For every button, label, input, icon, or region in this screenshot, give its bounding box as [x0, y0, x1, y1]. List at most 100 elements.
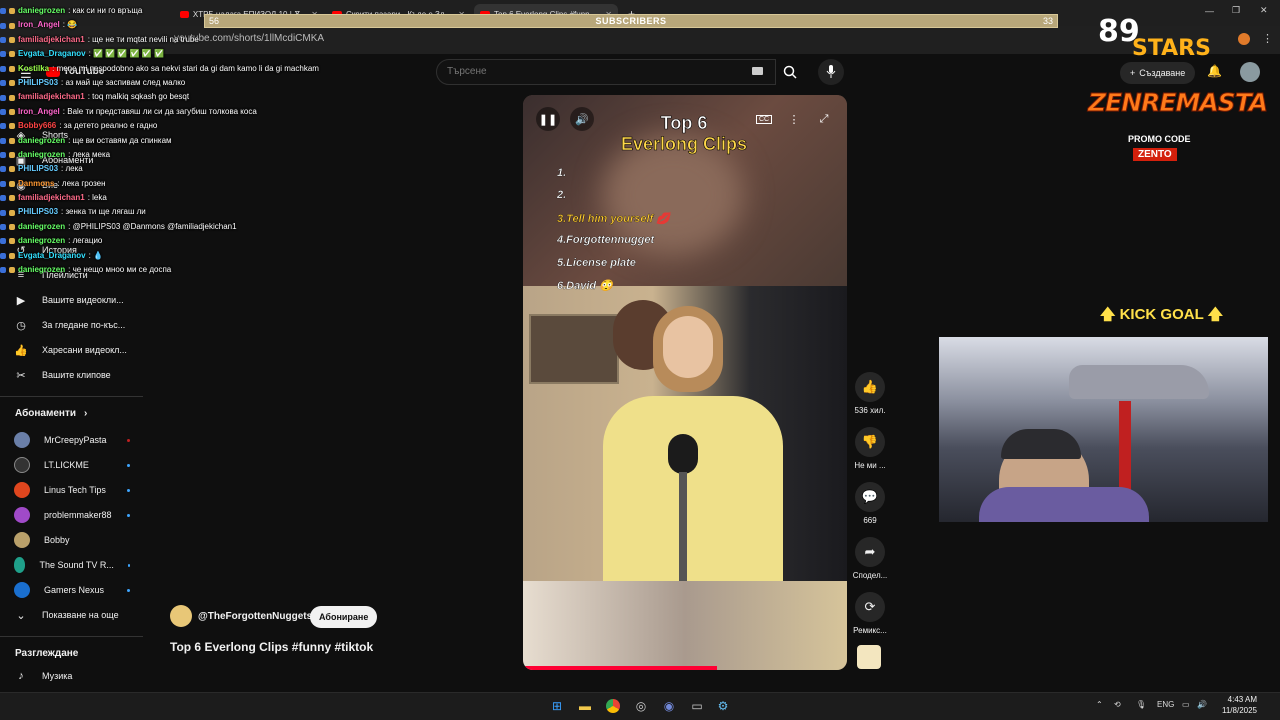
sidebar-item-watch-later[interactable]: ◷ За гледане по-къс...	[14, 318, 125, 332]
subscription-item[interactable]: problemmaker88	[14, 507, 130, 523]
subscription-item[interactable]: Gamers Nexus	[14, 582, 130, 598]
terminal-icon[interactable]: ▭	[688, 697, 706, 715]
video-list-item: 2.	[557, 189, 567, 201]
sidebar-item-your-clips[interactable]: ✂ Вашите клипове	[14, 368, 110, 382]
channel-avatar	[14, 582, 30, 598]
video-blurred-bottom	[523, 581, 847, 670]
menu-icon[interactable]: ⋮	[1262, 32, 1273, 45]
video-list-item: 5.License plate	[557, 257, 636, 269]
more-options-button[interactable]: ⋮	[782, 107, 806, 131]
live-indicator-icon	[127, 438, 130, 442]
subscription-item[interactable]: The Sound TV R...	[14, 557, 130, 573]
subscription-item[interactable]: Linus Tech Tips	[14, 482, 130, 498]
new-content-dot	[127, 588, 130, 592]
search-icon	[783, 65, 797, 79]
chat-badge-icon	[0, 65, 6, 72]
chat-badge-icon	[9, 180, 15, 187]
microphone-icon	[826, 65, 836, 78]
like-button[interactable]: 👍 536 хил.	[852, 372, 888, 415]
chat-badge-icon	[9, 8, 15, 15]
chat-username: daniegrozen	[18, 236, 66, 246]
channel-avatar[interactable]	[170, 605, 192, 627]
create-button[interactable]: + Създаване	[1120, 62, 1196, 84]
streamer-cap	[1001, 429, 1081, 459]
chat-badge-icon	[9, 36, 15, 43]
chat-text: : че нещо мноо ми се доспа	[68, 265, 172, 275]
subscribe-button[interactable]: Абониране	[310, 606, 378, 628]
dislike-button[interactable]: 👎 Не ми ...	[852, 427, 888, 470]
sidebar-item-music[interactable]: ♪ Музика	[14, 669, 72, 683]
sidebar-item-liked-videos[interactable]: 👍 Харесани видеокл...	[14, 343, 127, 357]
video-clip-frame	[523, 286, 847, 586]
search-input[interactable]	[447, 66, 737, 77]
voice-search-button[interactable]	[818, 59, 844, 85]
discord-icon[interactable]: ◉	[660, 697, 678, 715]
channel-avatar	[14, 432, 30, 448]
channel-avatar	[14, 507, 30, 523]
remix-button[interactable]: ⟳ Ремикс...	[852, 592, 888, 635]
subscribers-goal-target: 33	[1042, 16, 1053, 26]
volume-button[interactable]: 🔊	[570, 107, 594, 131]
sidebar-item-your-videos[interactable]: ▶ Вашите видеокли...	[14, 293, 124, 307]
shorts-video-player[interactable]: Top 6 Everlong Clips 1. 2. 3.Tell him yo…	[523, 95, 847, 670]
show-more-button[interactable]: ⌄ Показване на още	[14, 608, 118, 622]
chat-username: Iron_Angel	[18, 20, 60, 30]
share-button[interactable]: ➦ Сподел...	[852, 537, 888, 580]
search-box[interactable]	[436, 59, 776, 85]
channel-avatar	[14, 532, 30, 548]
windows-start-icon[interactable]: ⊞	[548, 697, 566, 715]
pause-button[interactable]: ❚❚	[536, 107, 560, 131]
subscription-item[interactable]: MrCreepyPasta	[14, 432, 130, 448]
volume-icon[interactable]: 🔊	[1197, 700, 1207, 709]
subscription-item[interactable]: Bobby	[14, 532, 130, 548]
channel-handle[interactable]: @TheForgottenNuggets	[198, 611, 312, 622]
chat-username: familiadjekichan1	[18, 92, 85, 102]
chat-text: : toq malkiq sqkash go besqt	[87, 92, 190, 102]
video-progress-bar[interactable]	[523, 666, 718, 670]
search-button[interactable]	[776, 59, 804, 85]
extension-icon[interactable]	[1238, 33, 1250, 45]
microphone-icon[interactable]: 🎙	[1136, 700, 1146, 709]
file-explorer-icon[interactable]: ▬	[576, 697, 594, 715]
hotel-sign	[529, 314, 619, 384]
language-indicator[interactable]: ENG	[1157, 700, 1174, 709]
chat-text: : mene mi nespodobno ako sa nekvi stari …	[52, 63, 319, 73]
captions-button[interactable]: CC	[752, 107, 776, 131]
chat-text: : @PHILIPS03 @Danmons @familiadjekichan1	[68, 221, 237, 231]
subscriptions-heading[interactable]: Абонаменти ›	[15, 408, 87, 419]
new-content-dot	[127, 488, 130, 492]
volume-icon: 🔊	[575, 113, 589, 126]
keyboard-icon[interactable]	[752, 67, 763, 75]
microphone-stand	[679, 472, 687, 582]
steam-icon[interactable]: ⚙	[714, 697, 732, 715]
captions-icon: CC	[755, 114, 773, 124]
channel-thumbnail[interactable]	[857, 645, 881, 669]
maximize-icon[interactable]: ❐	[1232, 5, 1240, 16]
remix-icon: ⟳	[855, 592, 885, 622]
chat-message: daniegrozen: как си ни го връща	[0, 4, 340, 18]
notifications-bell-icon[interactable]: 🔔	[1207, 64, 1222, 78]
chevron-up-icon[interactable]: ⌃	[1096, 700, 1103, 709]
subscription-item[interactable]: LT.LICKME	[14, 457, 130, 473]
chat-username: Bobby666	[18, 121, 57, 131]
account-avatar[interactable]	[1240, 62, 1260, 82]
obs-icon[interactable]: ◎	[632, 697, 650, 715]
comments-button[interactable]: 💬 669	[852, 482, 888, 525]
video-list-item: 3.Tell him yourself 💋	[557, 213, 670, 225]
video-list-item: 4.Forgottennugget	[557, 234, 655, 246]
sponsor-banner: ZENREMASTA PROMO CODE ZENTO	[1087, 88, 1269, 161]
new-content-dot	[127, 513, 130, 517]
chat-username: PHILIPS03	[18, 77, 59, 87]
display-icon[interactable]: ▭	[1182, 700, 1190, 709]
chevron-down-icon: ⌄	[16, 609, 26, 622]
chat-username: Evgata_Draganov	[18, 49, 86, 59]
chat-text: : аз май ще заспивам след малко	[61, 77, 186, 87]
fullscreen-button[interactable]: ⤢	[812, 107, 836, 131]
close-window-icon[interactable]: ✕	[1260, 5, 1268, 16]
microphone	[668, 434, 698, 474]
chat-badge-icon	[9, 267, 15, 274]
network-icon[interactable]: ⟲	[1114, 700, 1121, 709]
taskbar-clock[interactable]: 4:43 AM 11/8/2025	[1222, 694, 1257, 716]
chat-text: : leka	[87, 193, 107, 203]
chrome-icon[interactable]	[604, 697, 622, 715]
